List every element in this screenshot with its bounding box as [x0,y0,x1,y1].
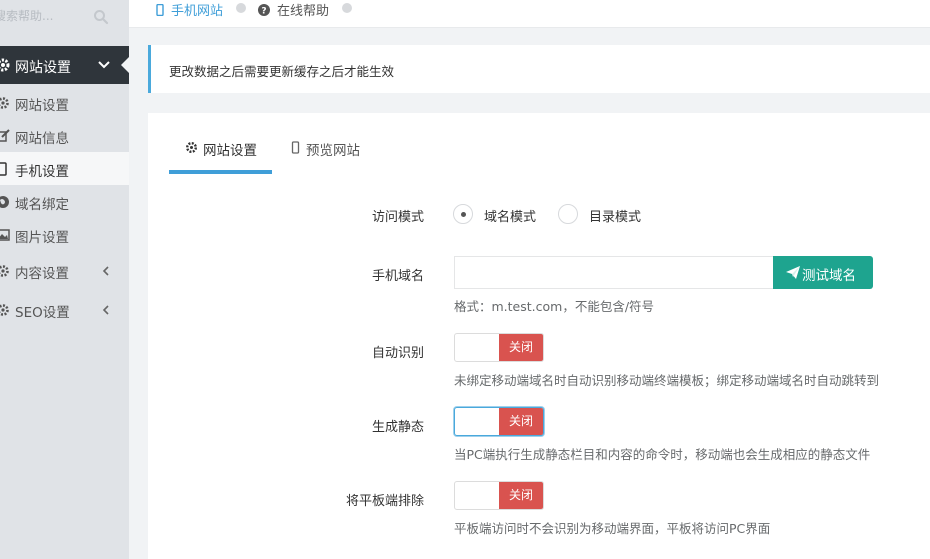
sidebar-item-label: SEO设置 [15,305,70,321]
gear-icon [0,265,9,277]
breadcrumb-label: 在线帮助 [277,4,330,19]
breadcrumb-dot [342,3,352,13]
mobile-domain-help: 格式：m.test.com，不能包含/符号 [454,299,655,314]
active-tab-indicator [169,170,272,174]
tab-website-settings[interactable]: 网站设置 [185,136,275,174]
auto-detect-switch[interactable]: 关闭 [454,333,544,362]
breadcrumb: 手机网站 ? 在线帮助 [129,0,930,28]
radio-directory-mode[interactable] [558,204,578,224]
mobile-domain-label: 手机域名 [371,269,424,284]
tab-label: 预览网站 [306,143,360,159]
edit-icon [0,129,10,142]
sidebar-item-seo-settings[interactable]: SEO设置 [0,293,129,326]
settings-panel: 网站设置 预览网站 访问模式 域名模式 目录模式 手机域名 测试域名 格式：m.… [148,113,930,559]
sidebar-group-website-settings[interactable]: 网站设置 [0,46,129,84]
gear-icon [0,304,9,316]
sidebar-item-label: 网站信息 [15,131,69,147]
sidebar-item-mobile-settings[interactable]: 手机设置 [0,152,129,185]
gen-static-help: 当PC端执行生成静态栏目和内容的命令时，移动端也会生成相应的静态文件 [454,447,871,462]
mobile-icon [291,141,300,154]
sidebar-item-label: 域名绑定 [15,197,69,213]
cache-notice: 更改数据之后需要更新缓存之后才能生效 [148,45,930,93]
sidebar-group-label: 网站设置 [15,60,71,76]
chevron-down-icon [98,61,110,69]
gen-static-switch[interactable]: 关闭 [454,407,544,436]
radio-directory-mode-label[interactable]: 目录模式 [589,206,641,225]
mobile-icon [0,162,7,176]
mobile-domain-input[interactable] [454,256,774,289]
radio-domain-mode[interactable] [453,204,473,224]
sidebar-item-website-info[interactable]: 网站信息 [0,119,129,152]
cache-notice-text: 更改数据之后需要更新缓存之后才能生效 [169,64,395,79]
sidebar-item-website-settings[interactable]: 网站设置 [0,86,129,119]
sidebar: 网站设置 网站设置 网站信息 手机设置 域名绑定 [0,0,129,559]
tablet-exclude-switch[interactable]: 关闭 [454,481,544,510]
mobile-icon [156,4,164,16]
sidebar-search [0,0,129,32]
sidebar-item-content-settings[interactable]: 内容设置 [0,254,129,287]
access-mode-label: 访问模式 [371,210,424,225]
gear-icon [185,141,198,154]
test-domain-button[interactable]: 测试域名 [773,256,873,289]
globe-icon [0,196,9,208]
image-icon [0,229,10,241]
radio-domain-mode-label[interactable]: 域名模式 [484,206,536,225]
switch-state: 关闭 [499,334,543,361]
sidebar-item-label: 图片设置 [15,230,69,246]
chevron-left-icon [102,266,109,276]
gear-icon [0,97,9,109]
search-icon[interactable] [93,9,109,25]
breadcrumb-label: 手机网站 [171,4,224,19]
sidebar-item-domain-binding[interactable]: 域名绑定 [0,185,129,218]
sidebar-item-label: 内容设置 [15,266,69,282]
auto-detect-help: 未绑定移动端域名时自动识别移动端终端模板；绑定移动端域名时自动跳转到 [454,373,880,388]
tab-label: 网站设置 [203,143,257,159]
chevron-left-icon [102,305,109,315]
auto-detect-label: 自动识别 [371,346,424,361]
paper-plane-icon [786,266,800,279]
sidebar-item-image-settings[interactable]: 图片设置 [0,218,129,251]
tablet-exclude-help: 平板端访问时不会识别为移动端界面，平板将访问PC界面 [454,521,771,536]
sidebar-item-label: 手机设置 [15,164,69,180]
switch-state: 关闭 [499,408,543,435]
tablet-exclude-label: 将平板端排除 [345,494,424,509]
test-domain-label: 测试域名 [802,268,856,284]
gear-icon [0,58,10,72]
switch-state: 关闭 [499,482,543,509]
tab-preview-site[interactable]: 预览网站 [289,136,379,174]
svg-text:?: ? [261,7,266,17]
breadcrumb-dot [236,3,246,13]
gen-static-label: 生成静态 [371,420,424,435]
sidebar-item-label: 网站设置 [15,98,69,114]
active-notch [121,57,129,73]
help-icon: ? [258,4,270,16]
search-input[interactable] [0,6,94,26]
